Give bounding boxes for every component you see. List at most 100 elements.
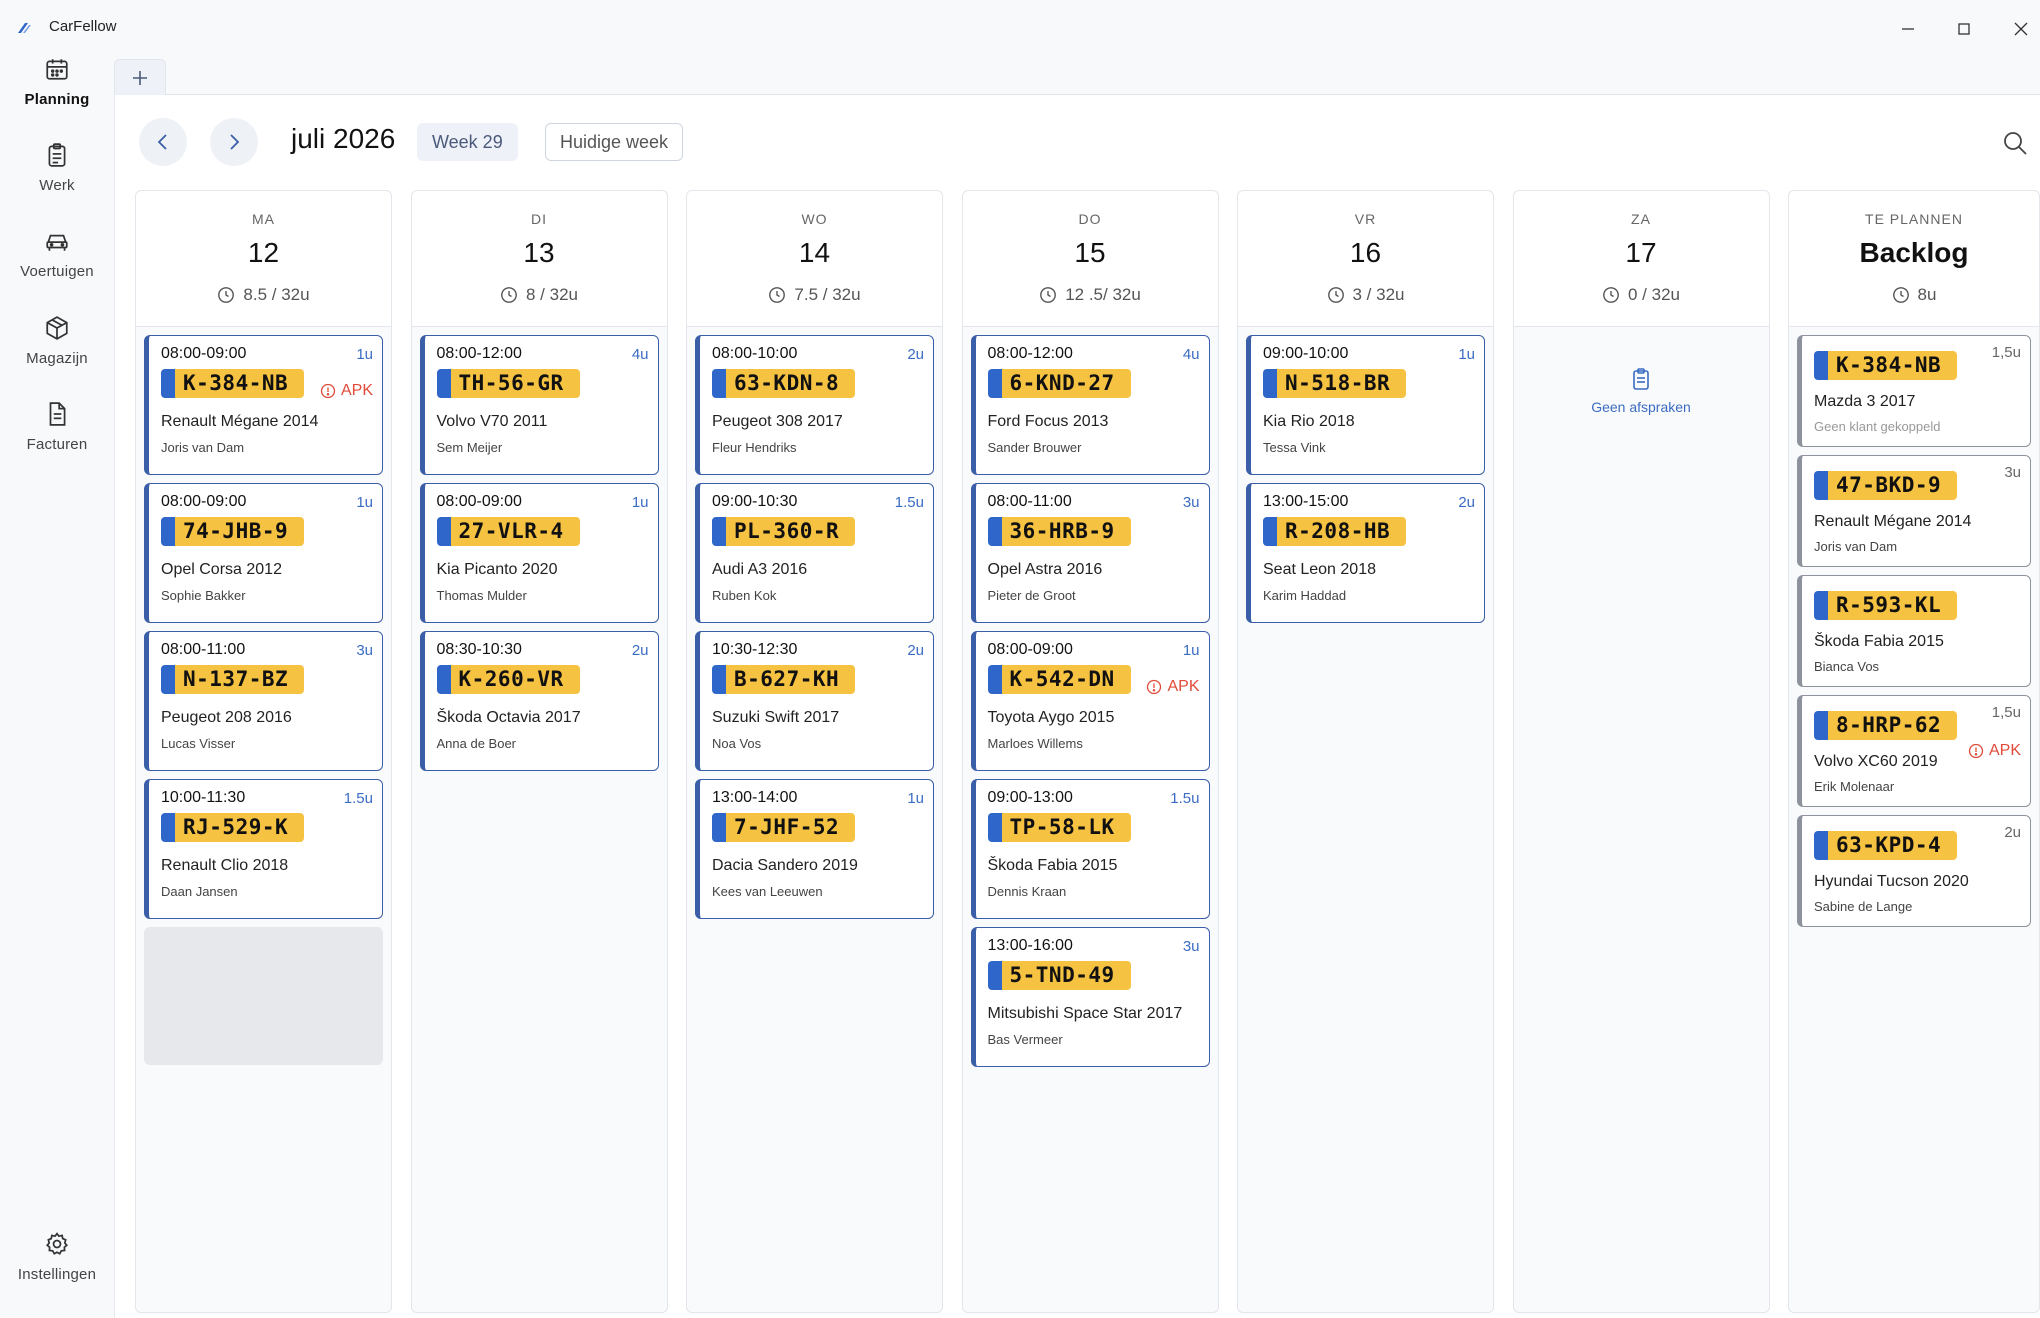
sidebar-item-label: Werk [39,177,75,194]
minimize-button[interactable] [1888,12,1928,46]
plate-eu-strip [987,961,1002,990]
column-date: 16 [1349,237,1382,268]
client-name: Sander Brouwer [987,440,1082,455]
column-body: Geen afspraken [1514,327,1769,423]
sidebar-item-werk[interactable]: Werk [0,142,114,214]
appointment-duration: 1u [356,346,373,363]
apk-warning: APK [320,382,373,400]
appointment-duration: 1u [1458,346,1475,363]
hours-label: 12 .5/ 32u [1065,285,1141,304]
appointment-time: 10:00-11:30 [161,789,246,806]
plate-eu-strip [987,517,1002,546]
empty-day: Geen afspraken [1522,335,1761,415]
appointment-card[interactable]: 10:00-11:30 1.5u RJ-529-K Renault Clio 2… [144,779,383,919]
maximize-button[interactable] [1944,12,1984,46]
clock-icon [1603,287,1619,303]
next-week-button[interactable] [210,118,258,166]
sidebar-item-magazijn[interactable]: Magazijn [0,315,114,387]
appointment-duration: 1u [356,494,373,511]
appointment-card[interactable]: 08:00-10:00 2u 63-KDN-8 Peugeot 308 2017… [695,335,934,475]
sidebar-item-instellingen[interactable]: Instellingen [0,1231,114,1303]
alert-icon [1968,743,1984,759]
appointment-card[interactable]: 09:00-10:00 1u N-518-BR Kia Rio 2018 Tes… [1246,335,1485,475]
sidebar-item-voertuigen[interactable]: Voertuigen [0,228,114,300]
client-name: Sem Meijer [436,440,503,455]
client-name: Joris van Dam [1814,539,1898,554]
appointment-card[interactable]: 08:00-11:00 3u N-137-BZ Peugeot 208 2016… [144,631,383,771]
vehicle-name: Renault Clio 2018 [161,857,289,874]
appointment-card[interactable]: 08:00-12:00 4u 6-KND-27 Ford Focus 2013 … [970,335,1210,475]
vehicle-name: Volvo V70 2011 [436,413,548,430]
appointment-card[interactable]: 09:00-10:30 1.5u PL-360-R Audi A3 2016 R… [695,483,934,623]
vehicle-name: Toyota Aygo 2015 [987,709,1115,726]
car-icon [46,234,68,251]
close-button[interactable] [2001,12,2040,46]
client-name: Pieter de Groot [987,588,1076,603]
vehicle-name: Renault Mégane 2014 [161,413,319,430]
client-name: Bas Vermeer [987,1032,1063,1047]
appointment-duration: 1.5u [894,494,924,511]
license-plate: RJ-529-K [161,813,305,842]
appointment-duration: 4u [631,346,649,363]
client-name: Sophie Bakker [161,588,246,603]
license-plate: K-384-NB [161,369,305,398]
appointment-card[interactable]: 09:00-13:00 1.5u TP-58-LK Škoda Fabia 20… [970,779,1210,919]
invoice-icon [49,402,66,426]
appointment-card[interactable]: 13:00-14:00 1u 7-JHF-52 Dacia Sandero 20… [695,779,934,919]
search-button[interactable] [1997,125,2033,161]
column-header: TE PLANNEN Backlog 8u [1789,191,2039,327]
column-body: 08:00-12:00 4u TH-56-GR Volvo V70 2011 S… [412,327,667,787]
day-column: VR 16 3 / 32u 09:00-10:00 1u N-518-BR Ki… [1237,190,1494,1313]
appointment-card[interactable]: 08:00-09:00 1u K-542-DN APK Toyota Aygo … [970,631,1210,771]
previous-week-button[interactable] [139,118,187,166]
client-name: Geen klant gekoppeld [1814,419,1941,434]
hours-label: 8u [1917,285,1937,304]
appointment-card[interactable]: 08:00-09:00 1u K-384-NB APK Renault Méga… [144,335,383,475]
appointment-card[interactable]: 13:00-16:00 3u 5-TND-49 Mitsubishi Space… [970,927,1210,1067]
backlog-card[interactable]: R-593-KL Škoda Fabia 2015 Bianca Vos [1797,575,2031,687]
client-name: Erik Molenaar [1814,779,1895,794]
column-date: 13 [523,237,555,268]
backlog-card[interactable]: 8-HRP-62 1,5u APK Volvo XC60 2019 Erik M… [1797,695,2031,807]
vehicle-name: Škoda Fabia 2015 [987,857,1118,874]
appointment-card[interactable]: 08:30-10:30 2u K-260-VR Škoda Octavia 20… [419,631,659,771]
column-day: VR [1354,211,1377,227]
column-header: DO 15 12 .5/ 32u [962,191,1218,327]
hours-label: 8 / 32u [526,285,578,304]
gear-icon [46,1232,68,1255]
appointment-time: 08:00-10:00 [712,345,798,362]
plate-number: K-542-DN [1001,665,1131,694]
client-name: Joris van Dam [161,440,245,455]
app-title: CarFellow [49,18,117,35]
add-tab-button[interactable] [114,59,166,96]
plate-eu-strip [712,813,726,842]
sidebar-item-planning[interactable]: Planning [0,56,114,128]
drop-placeholder[interactable] [144,927,383,1065]
plate-number: PL-360-R [726,517,856,546]
appointment-card[interactable]: 13:00-15:00 2u R-208-HB Seat Leon 2018 K… [1246,483,1485,623]
vehicle-name: Suzuki Swift 2017 [712,709,840,726]
plate-eu-strip [161,813,175,842]
vehicle-name: Kia Picanto 2020 [436,561,558,578]
backlog-card[interactable]: 47-BKD-9 3u Renault Mégane 2014 Joris va… [1797,455,2031,567]
appointment-time: 08:00-12:00 [987,345,1073,362]
appointment-card[interactable]: 08:00-09:00 1u 74-JHB-9 Opel Corsa 2012 … [144,483,383,623]
appointment-card[interactable]: 08:00-11:00 3u 36-HRB-9 Opel Astra 2016 … [970,483,1210,623]
plate-eu-strip [161,665,175,694]
current-week-button[interactable]: Huidige week [545,123,684,161]
license-plate: 7-JHF-52 [712,813,856,842]
plate-number: 27-VLR-4 [450,517,580,546]
backlog-card[interactable]: K-384-NB 1,5u Mazda 3 2017 Geen klant ge… [1797,335,2031,447]
appointment-card[interactable]: 10:30-12:30 2u B-627-KH Suzuki Swift 201… [695,631,934,771]
appointment-card[interactable]: 08:00-12:00 4u TH-56-GR Volvo V70 2011 S… [419,335,659,475]
week-badge: Week 29 [417,123,518,161]
client-name: Bianca Vos [1814,659,1880,674]
sidebar-item-facturen[interactable]: Facturen [0,401,114,473]
appointment-card[interactable]: 08:00-09:00 1u 27-VLR-4 Kia Picanto 2020… [419,483,659,623]
sidebar-item-label: Planning [24,91,90,108]
backlog-card[interactable]: 63-KPD-4 2u Hyundai Tucson 2020 Sabine d… [1797,815,2031,927]
vehicle-name: Mitsubishi Space Star 2017 [987,1005,1183,1022]
license-plate: 5-TND-49 [987,961,1131,990]
client-name: Noa Vos [712,736,762,751]
alert-icon [320,383,336,399]
